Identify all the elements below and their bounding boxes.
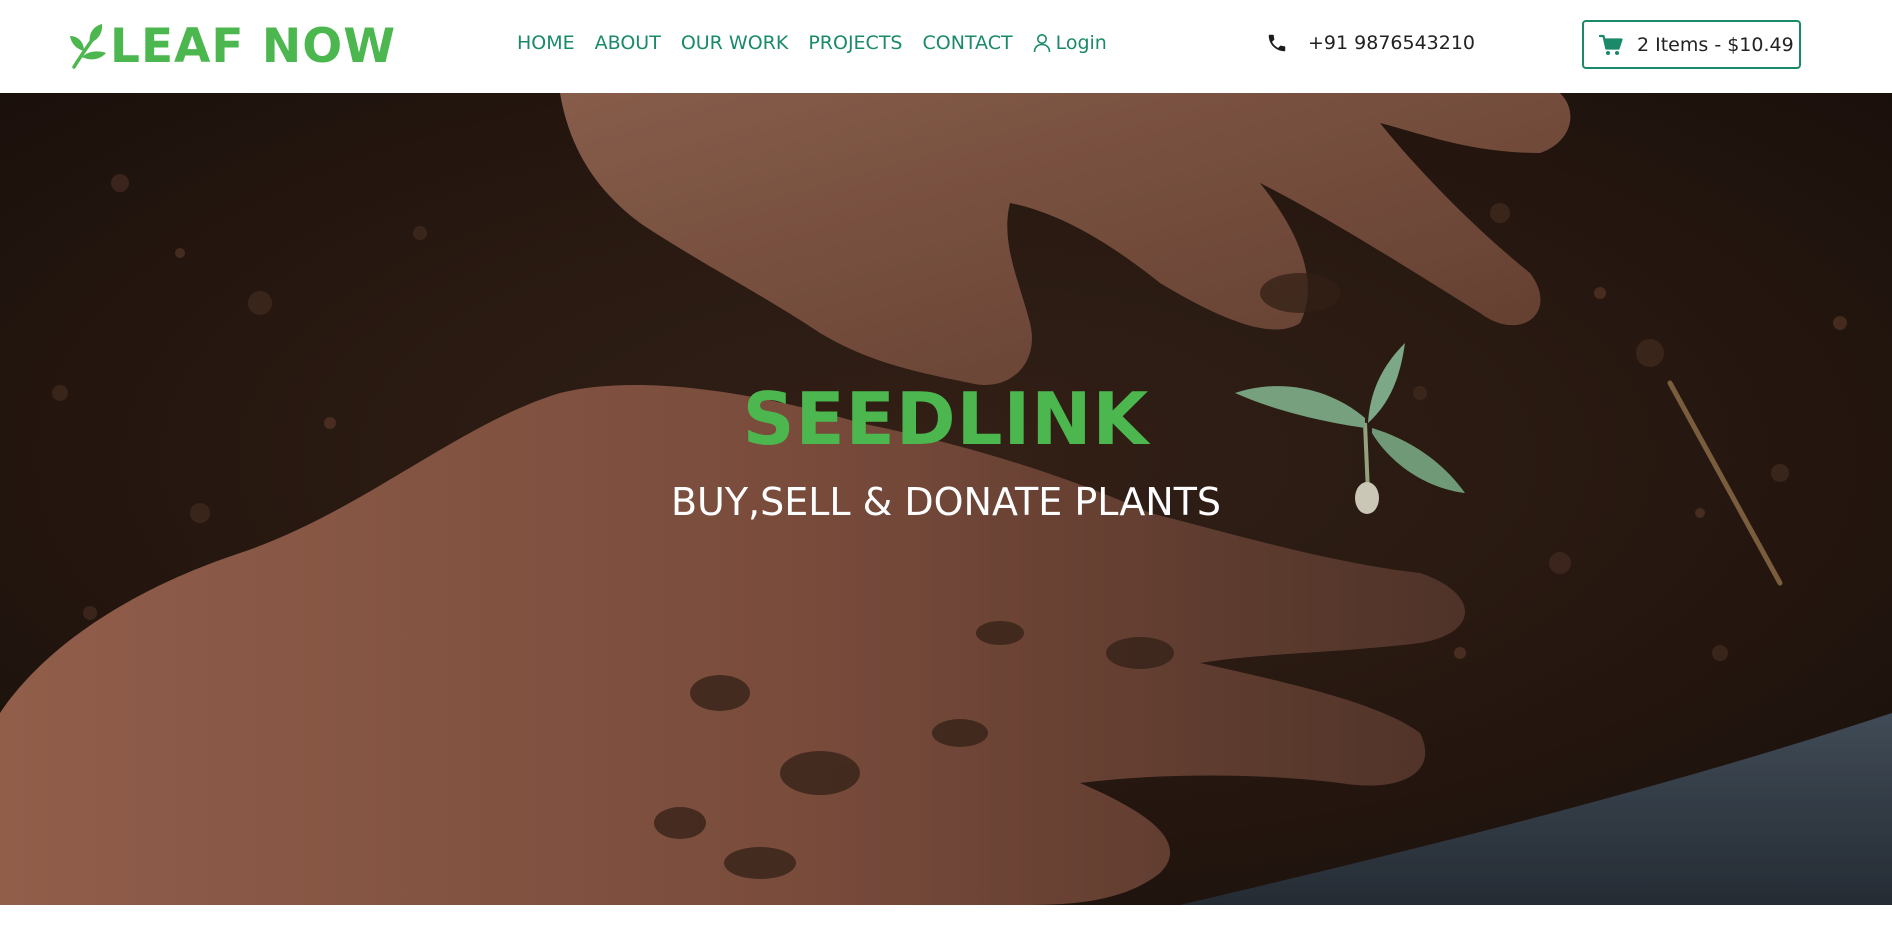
phone-contact: +91 9876543210 [1266, 32, 1475, 54]
nav-projects[interactable]: PROJECTS [808, 32, 902, 54]
nav-about[interactable]: ABOUT [595, 32, 661, 54]
leaf-icon [70, 24, 106, 69]
hero-title: SEEDLINK [742, 377, 1150, 461]
hero-subtitle: BUY,SELL & DONATE PLANTS [670, 480, 1222, 524]
nav-our-work[interactable]: OUR WORK [681, 32, 789, 54]
cart-icon [1599, 34, 1623, 55]
phone-number[interactable]: +91 9876543210 [1308, 32, 1475, 54]
page-body-start [0, 905, 1892, 946]
site-header: LEAF NOW HOME ABOUT OUR WORK PROJECTS CO… [0, 0, 1892, 93]
phone-icon [1268, 34, 1286, 52]
nav-home[interactable]: HOME [517, 32, 575, 54]
main-nav: HOME ABOUT OUR WORK PROJECTS CONTACT Log… [517, 32, 1107, 54]
nav-contact[interactable]: CONTACT [922, 32, 1012, 54]
login-label: Login [1055, 32, 1107, 54]
cart-summary: 2 Items - $10.49 [1637, 33, 1794, 56]
cart-button[interactable]: 2 Items - $10.49 [1582, 20, 1801, 69]
user-icon [1033, 34, 1050, 53]
brand-logo[interactable]: LEAF NOW [68, 18, 396, 74]
nav-login[interactable]: Login [1033, 32, 1107, 54]
hero-banner: SEEDLINK BUY,SELL & DONATE PLANTS [0, 93, 1892, 905]
brand-name: LEAF NOW [110, 18, 397, 74]
